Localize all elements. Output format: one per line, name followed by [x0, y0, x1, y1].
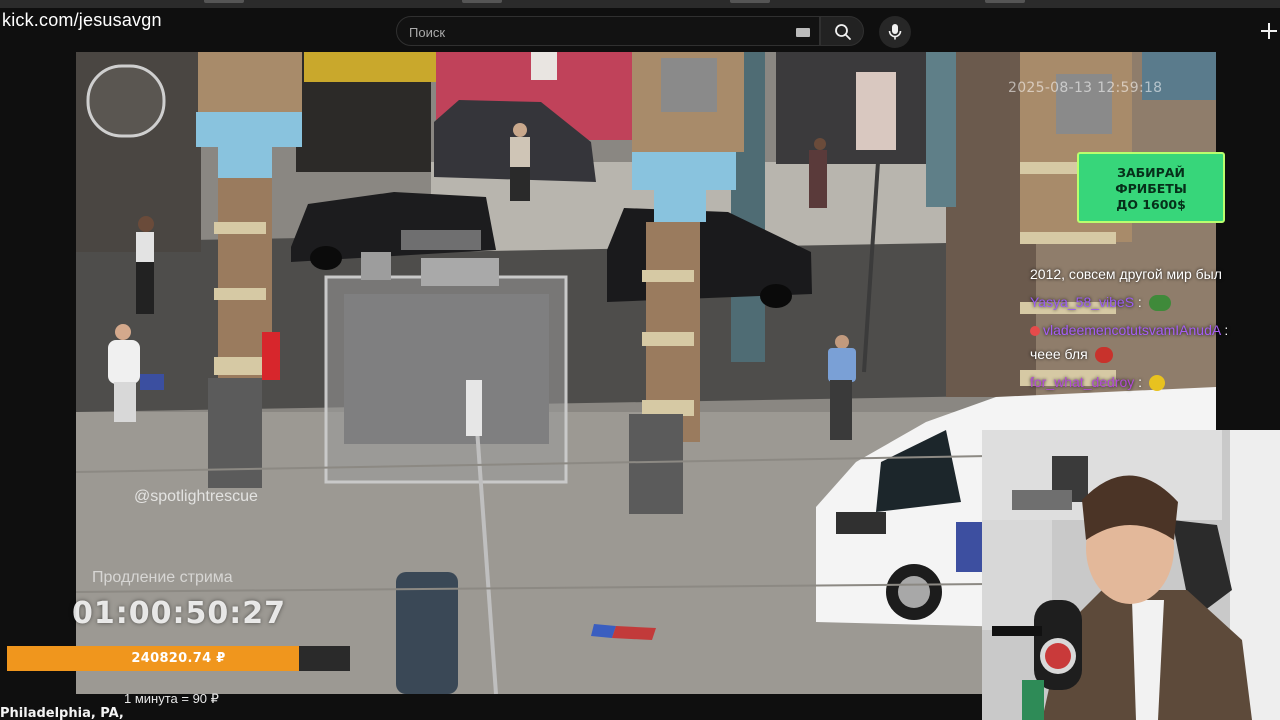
promo-banner[interactable]: ЗАБИРАЙ ФРИБЕТЫ ДО 1600$	[1077, 152, 1225, 223]
webcam-scene	[982, 430, 1280, 720]
streamer-webcam	[982, 430, 1280, 720]
extension-timer: 01:00:50:27	[72, 596, 286, 631]
chat-username[interactable]: Yasya_58_vibeS	[1030, 294, 1134, 310]
chat-username[interactable]: vladeemencotutsvamIAnudA	[1043, 322, 1220, 338]
search-button[interactable]	[820, 16, 864, 46]
donation-total: 240820.74 ₽	[131, 651, 226, 666]
create-button[interactable]	[1258, 20, 1280, 44]
tab-stub[interactable]	[985, 0, 1025, 3]
search-box[interactable]	[396, 16, 820, 46]
promo-line-1: ЗАБИРАЙ	[1117, 165, 1185, 180]
promo-line-3: ДО 1600$	[1116, 197, 1186, 212]
video-timestamp: 2025-08-13 12:59:18	[1008, 80, 1163, 96]
chat-message: for_what_dedroy :	[1030, 374, 1165, 392]
chat-separator: :	[1134, 374, 1143, 390]
chat-message: vladeemencotutsvamIAnudA :	[1030, 322, 1228, 338]
chat-message: Yasya_58_vibeS :	[1030, 294, 1171, 312]
voice-search-button[interactable]	[879, 16, 911, 48]
donation-progress-bar: 240820.74 ₽	[7, 646, 350, 671]
search-input[interactable]	[409, 22, 779, 42]
chat-separator: :	[1134, 294, 1142, 310]
location-text: Philadelphia, PA,	[0, 706, 124, 720]
keyboard-icon[interactable]	[796, 28, 810, 37]
tab-stub[interactable]	[462, 0, 502, 3]
browser-top-strip	[0, 0, 1280, 8]
search-icon	[835, 24, 851, 40]
tab-stub[interactable]	[204, 0, 244, 3]
video-watermark: @spotlightrescue	[134, 488, 258, 505]
badge-icon	[1030, 326, 1040, 337]
header-bar: kick.com/jesusavgn	[0, 8, 1280, 52]
extension-label: Продление стрима	[92, 569, 233, 586]
chat-message: чеее бля	[1030, 346, 1113, 364]
smiley-emote-icon	[1148, 375, 1165, 392]
frog-emote-icon	[1148, 295, 1171, 312]
chat-message: 2012, совсем другой мир был	[1030, 266, 1222, 282]
promo-line-2: ФРИБЕТЫ	[1115, 181, 1187, 196]
chat-message-text: чеее бля	[1030, 346, 1088, 362]
chat-message-text: 2012, совсем другой мир был	[1030, 266, 1222, 282]
plus-icon	[1261, 23, 1277, 39]
mic-icon	[888, 24, 902, 40]
angry-emote-icon	[1094, 347, 1113, 364]
chat-username[interactable]: for_what_dedroy	[1030, 374, 1134, 390]
tab-stub[interactable]	[730, 0, 770, 3]
chat-separator: :	[1220, 322, 1229, 338]
rate-text: 1 минута = 90 ₽	[124, 691, 219, 706]
stream-url: kick.com/jesusavgn	[2, 10, 162, 30]
